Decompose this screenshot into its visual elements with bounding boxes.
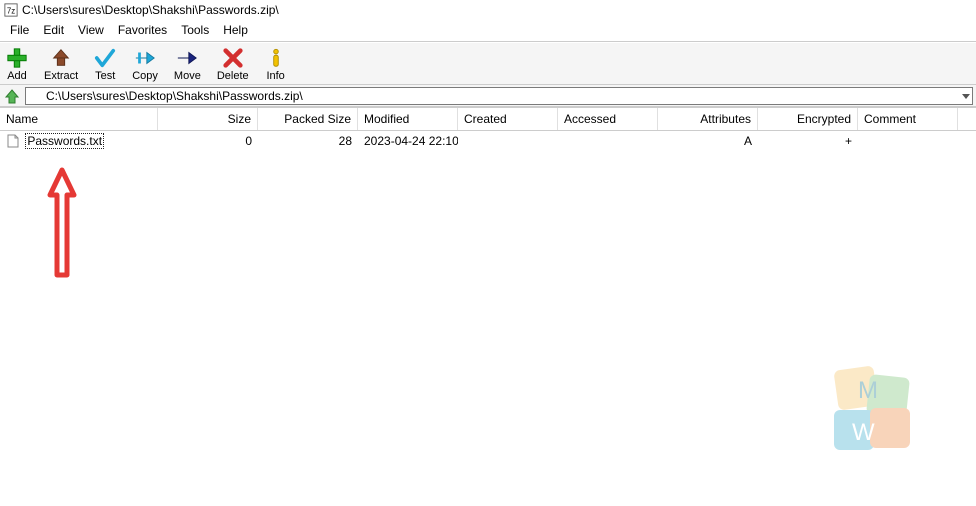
test-button[interactable]: Test: [92, 47, 118, 82]
move-button[interactable]: Move: [172, 47, 203, 82]
copy-icon: [134, 47, 156, 69]
file-packed-size: 28: [258, 133, 358, 149]
window-title: C:\Users\sures\Desktop\Shakshi\Passwords…: [22, 3, 279, 17]
header-created[interactable]: Created: [458, 108, 558, 130]
table-row[interactable]: Passwords.txt 0 28 2023-04-24 22:10 A +: [0, 131, 976, 149]
toolbar: Add Extract Test Copy: [0, 43, 976, 85]
add-button[interactable]: Add: [4, 47, 30, 82]
file-accessed: [558, 140, 658, 142]
test-icon: [94, 47, 116, 69]
address-dropdown-icon[interactable]: [961, 91, 971, 101]
file-encrypted: +: [758, 133, 858, 149]
svg-text:7z: 7z: [7, 7, 15, 16]
file-icon: [6, 134, 20, 148]
menu-tools[interactable]: Tools: [175, 21, 215, 39]
extract-label: Extract: [44, 70, 78, 82]
copy-label: Copy: [132, 70, 158, 82]
info-button[interactable]: Info: [263, 47, 289, 82]
info-icon: [265, 47, 287, 69]
column-headers: Name Size Packed Size Modified Created A…: [0, 107, 976, 131]
copy-button[interactable]: Copy: [130, 47, 160, 82]
up-icon[interactable]: [3, 87, 21, 105]
menu-view[interactable]: View: [72, 21, 110, 39]
add-label: Add: [7, 70, 27, 82]
watermark-logo: M W: [826, 366, 916, 456]
titlebar: 7z C:\Users\sures\Desktop\Shakshi\Passwo…: [0, 0, 976, 20]
file-attributes: A: [658, 133, 758, 149]
header-packed-size[interactable]: Packed Size: [258, 108, 358, 130]
delete-label: Delete: [217, 70, 249, 82]
file-size: 0: [158, 133, 258, 149]
menu-help[interactable]: Help: [217, 21, 254, 39]
addressbar: [0, 85, 976, 107]
move-label: Move: [174, 70, 201, 82]
svg-text:W: W: [852, 419, 875, 446]
extract-icon: [50, 47, 72, 69]
svg-text:M: M: [858, 377, 878, 404]
menu-file[interactable]: File: [4, 21, 35, 39]
menu-edit[interactable]: Edit: [37, 21, 70, 39]
header-comment[interactable]: Comment: [858, 108, 958, 130]
header-modified[interactable]: Modified: [358, 108, 458, 130]
delete-button[interactable]: Delete: [215, 47, 251, 82]
test-label: Test: [95, 70, 115, 82]
file-comment: [858, 140, 958, 142]
file-created: [458, 140, 558, 142]
annotation-arrow: [42, 165, 82, 285]
add-icon: [6, 47, 28, 69]
header-encrypted[interactable]: Encrypted: [758, 108, 858, 130]
move-icon: [176, 47, 198, 69]
header-accessed[interactable]: Accessed: [558, 108, 658, 130]
menu-favorites[interactable]: Favorites: [112, 21, 173, 39]
menubar: File Edit View Favorites Tools Help: [0, 20, 976, 40]
info-label: Info: [266, 70, 284, 82]
header-name[interactable]: Name: [0, 108, 158, 130]
file-name: Passwords.txt: [25, 133, 104, 149]
header-size[interactable]: Size: [158, 108, 258, 130]
app-icon: 7z: [4, 3, 18, 17]
header-attributes[interactable]: Attributes: [658, 108, 758, 130]
extract-button[interactable]: Extract: [42, 47, 80, 82]
file-modified: 2023-04-24 22:10: [358, 133, 458, 149]
address-input[interactable]: [25, 87, 973, 105]
delete-icon: [222, 47, 244, 69]
